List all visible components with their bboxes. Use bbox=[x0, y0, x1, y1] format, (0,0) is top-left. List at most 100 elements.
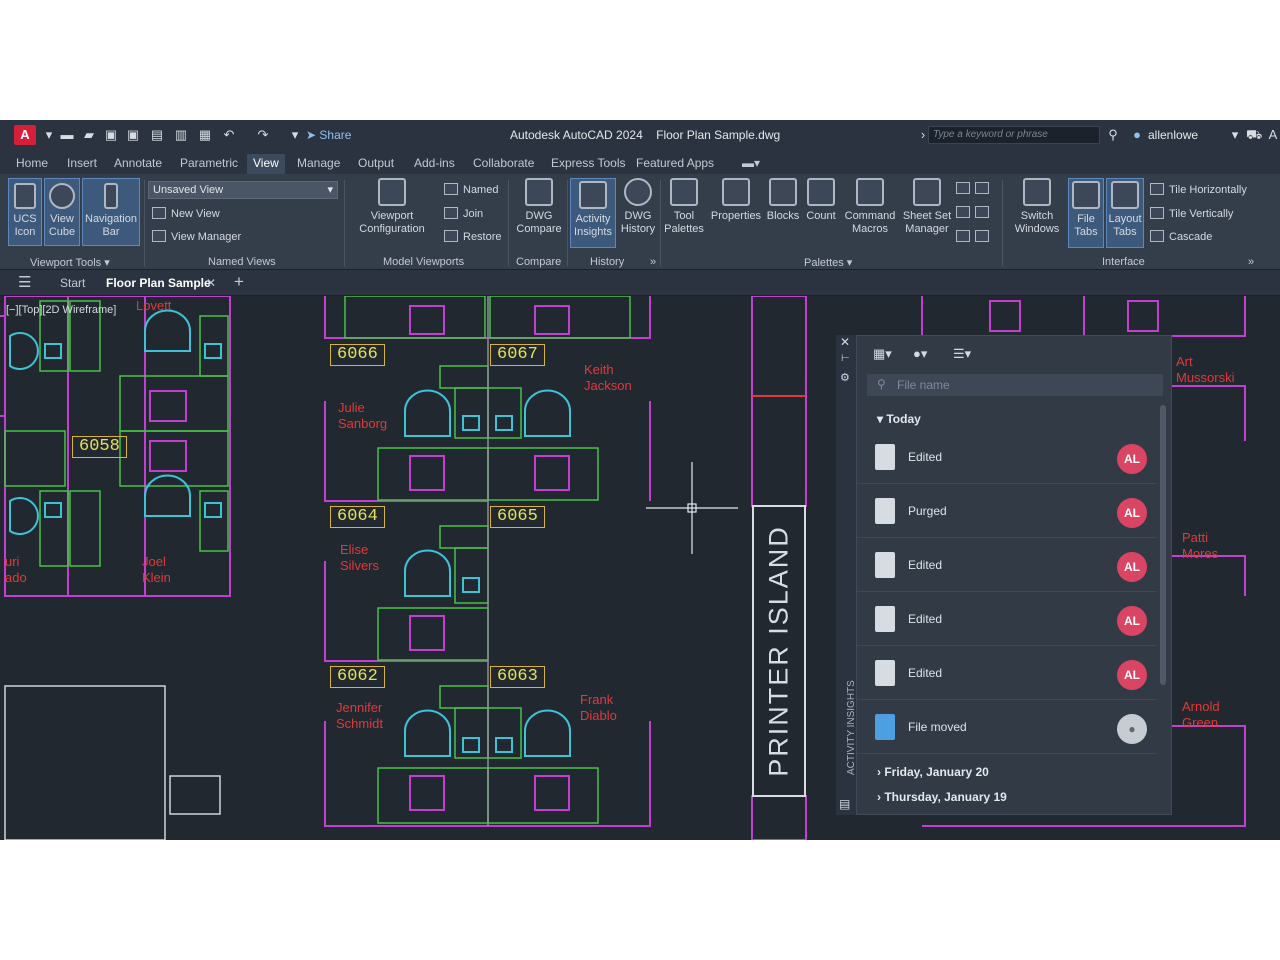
avatar[interactable]: AL bbox=[1117, 498, 1147, 528]
customize-qat-icon[interactable]: ▾ bbox=[288, 128, 302, 142]
navigation-bar-button[interactable]: Navigation Bar bbox=[82, 178, 140, 246]
user-dropdown-icon[interactable]: ▾ bbox=[1228, 128, 1242, 142]
app-name: Autodesk AutoCAD 2024 bbox=[510, 128, 643, 142]
view-cube-button[interactable]: View Cube bbox=[44, 178, 80, 246]
cart-icon[interactable]: ⛟ bbox=[1246, 128, 1262, 142]
user-name[interactable]: allenlowe bbox=[1148, 128, 1198, 142]
pin-icon[interactable]: ⊢ bbox=[841, 353, 850, 364]
activity-entry[interactable]: Purged AL bbox=[857, 486, 1157, 538]
view-dropdown[interactable]: Unsaved View ▾ bbox=[148, 181, 338, 199]
activity-entry[interactable]: Edited AL bbox=[857, 594, 1157, 646]
restore-icon bbox=[444, 230, 458, 242]
generic-user-avatar-icon[interactable]: ● bbox=[1117, 714, 1147, 744]
view-mode-icon[interactable]: ▦▾ bbox=[873, 346, 892, 362]
open-folder-icon[interactable]: ▰ bbox=[82, 128, 96, 142]
tab-collaborate[interactable]: Collaborate bbox=[467, 154, 540, 174]
activity-entry[interactable]: Edited AL bbox=[857, 540, 1157, 592]
autocad-logo-button[interactable]: A bbox=[14, 125, 36, 145]
activity-entry[interactable]: Edited AL bbox=[857, 432, 1157, 484]
properties-button[interactable]: Properties bbox=[708, 178, 764, 223]
gear-icon[interactable]: ⚙ bbox=[840, 371, 850, 384]
group-thursday[interactable]: › Thursday, January 19 bbox=[877, 790, 1007, 804]
redo-icon[interactable]: ↷ bbox=[256, 128, 270, 142]
ucs-icon-button[interactable]: UCS Icon bbox=[8, 178, 42, 246]
close-tab-icon[interactable]: ✕ bbox=[206, 276, 216, 290]
layout-tabs-button[interactable]: Layout Tabs bbox=[1106, 178, 1144, 248]
activity-entry[interactable]: Edited AL bbox=[857, 648, 1157, 700]
user-icon[interactable]: ● bbox=[1130, 128, 1144, 142]
activity-entry[interactable]: File moved ● bbox=[857, 702, 1157, 754]
print-icon[interactable]: ▦ bbox=[198, 128, 212, 142]
save-to-web-icon[interactable]: ▥ bbox=[174, 128, 188, 142]
tile-vertically-button[interactable]: Tile Vertically bbox=[1150, 207, 1233, 220]
help-icon[interactable]: A bbox=[1266, 128, 1280, 142]
dwg-history-button[interactable]: DWG History bbox=[618, 178, 658, 236]
interface-expand-icon[interactable]: » bbox=[1248, 256, 1254, 268]
dwg-compare-button[interactable]: DWG Compare bbox=[514, 178, 564, 236]
history-expand-icon[interactable]: » bbox=[650, 256, 656, 268]
tab-home[interactable]: Home bbox=[10, 154, 54, 174]
tab-annotate[interactable]: Annotate bbox=[108, 154, 168, 174]
avatar[interactable]: AL bbox=[1117, 444, 1147, 474]
activity-insights-button[interactable]: Activity Insights bbox=[570, 178, 616, 248]
viewport-tools-panel-label[interactable]: Viewport Tools ▾ bbox=[30, 256, 110, 269]
tab-start[interactable]: Start bbox=[60, 276, 85, 290]
clock-icon bbox=[624, 178, 652, 206]
avatar[interactable]: AL bbox=[1117, 606, 1147, 636]
tab-floor-plan-sample[interactable]: Floor Plan Sample bbox=[106, 276, 211, 290]
new-file-icon[interactable]: ▬ bbox=[60, 128, 74, 142]
list-filter-icon[interactable]: ☰▾ bbox=[953, 346, 971, 362]
tool-palettes-button[interactable]: Tool Palettes bbox=[662, 178, 706, 236]
search-icon[interactable]: ⚲ bbox=[1106, 128, 1120, 142]
restore-viewports-button[interactable]: Restore bbox=[444, 230, 502, 243]
hamburger-menu-icon[interactable]: ☰ bbox=[18, 273, 31, 291]
palettes-panel-label[interactable]: Palettes ▾ bbox=[804, 256, 852, 269]
save-icon[interactable]: ▣ bbox=[104, 128, 118, 142]
palette-properties-icon[interactable]: ▤ bbox=[839, 797, 850, 811]
search-input[interactable]: Type a keyword or phrase bbox=[928, 126, 1100, 144]
switch-windows-button[interactable]: Switch Windows bbox=[1010, 178, 1064, 236]
tab-add-ins[interactable]: Add-ins bbox=[408, 154, 461, 174]
tab-featured-apps[interactable]: Featured Apps bbox=[630, 154, 720, 174]
palette-title-strip[interactable]: ✕ ⊢ ⚙ ACTIVITY INSIGHTS ▤ bbox=[836, 335, 857, 815]
group-today[interactable]: ▾ Today bbox=[877, 412, 921, 426]
view-manager-button[interactable]: View Manager bbox=[152, 230, 241, 243]
tab-view[interactable]: View bbox=[247, 154, 285, 174]
save-as-icon[interactable]: ▣ bbox=[126, 128, 140, 142]
avatar[interactable]: AL bbox=[1117, 552, 1147, 582]
open-from-web-icon[interactable]: ▤ bbox=[150, 128, 164, 142]
file-tabs-button[interactable]: File Tabs bbox=[1068, 178, 1104, 248]
join-viewports-button[interactable]: Join bbox=[444, 207, 483, 220]
tab-output[interactable]: Output bbox=[352, 154, 400, 174]
blocks-button[interactable]: Blocks bbox=[764, 178, 802, 223]
tab-express-tools[interactable]: Express Tools bbox=[545, 154, 631, 174]
avatar[interactable]: AL bbox=[1117, 660, 1147, 690]
file-name-filter-input[interactable]: ⚲ File name bbox=[867, 374, 1163, 396]
tab-manage[interactable]: Manage bbox=[291, 154, 346, 174]
panel-separator bbox=[508, 180, 509, 266]
palette-small-icon-3[interactable] bbox=[956, 230, 994, 243]
undo-icon[interactable]: ↶ bbox=[222, 128, 236, 142]
share-button[interactable]: ➤ Share bbox=[306, 128, 351, 142]
palette-small-icon-1[interactable] bbox=[956, 182, 994, 195]
viewport-controls[interactable]: [−][Top][2D Wireframe] bbox=[6, 304, 116, 316]
user-filter-icon[interactable]: ●▾ bbox=[913, 346, 927, 362]
ribbon-toggle-icon[interactable]: ▬▾ bbox=[736, 154, 766, 174]
new-view-button[interactable]: New View bbox=[152, 207, 220, 220]
tab-parametric[interactable]: Parametric bbox=[174, 154, 244, 174]
count-button[interactable]: Count bbox=[803, 178, 839, 223]
palette-small-icon-2[interactable] bbox=[956, 206, 994, 219]
panel-scrollbar[interactable] bbox=[1160, 405, 1166, 685]
viewport-configuration-button[interactable]: Viewport Configuration bbox=[352, 178, 432, 236]
desk-outline bbox=[119, 430, 229, 487]
tile-horizontally-button[interactable]: Tile Horizontally bbox=[1150, 183, 1247, 196]
dropdown-arrow-icon[interactable]: ▾ bbox=[42, 128, 56, 142]
sheet-set-manager-button[interactable]: Sheet Set Manager bbox=[900, 178, 954, 236]
group-friday[interactable]: › Friday, January 20 bbox=[877, 765, 989, 779]
tab-insert[interactable]: Insert bbox=[61, 154, 103, 174]
new-tab-icon[interactable]: + bbox=[234, 272, 244, 292]
named-viewports-button[interactable]: Named bbox=[444, 183, 498, 196]
cascade-button[interactable]: Cascade bbox=[1150, 230, 1212, 243]
close-icon[interactable]: ✕ bbox=[840, 335, 850, 349]
command-macros-button[interactable]: Command Macros bbox=[840, 178, 900, 236]
